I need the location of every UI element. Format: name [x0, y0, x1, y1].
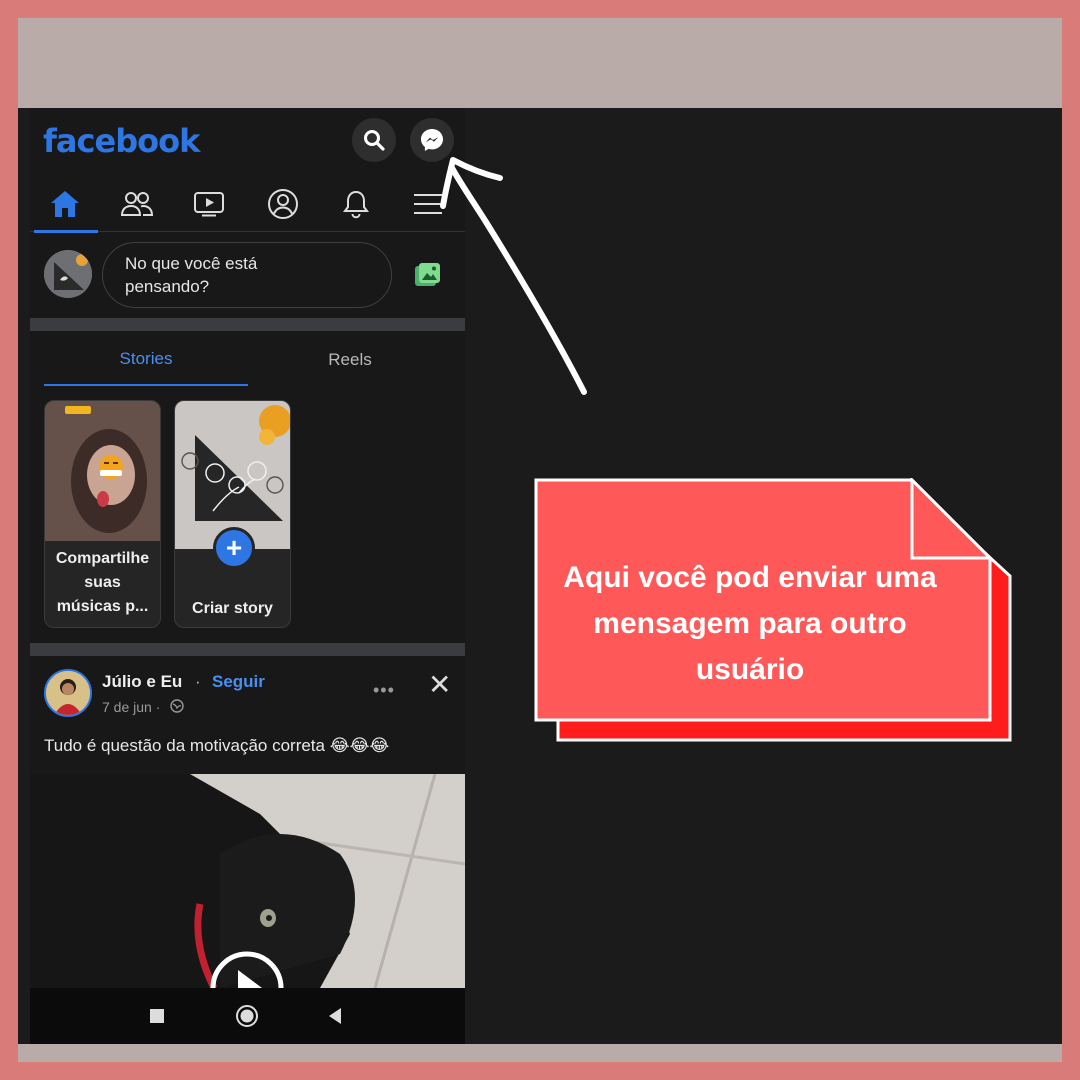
annotation-line2: mensagem para outro — [593, 607, 907, 640]
nav-notifications[interactable] — [323, 176, 389, 232]
search-button[interactable] — [352, 118, 396, 162]
stories-reels-tabs: Stories Reels — [30, 334, 465, 386]
avatar-art — [44, 250, 92, 298]
annotation-line1: Aqui você pod enviar uma — [563, 561, 937, 594]
story-card-create[interactable]: + Criar story — [174, 400, 291, 628]
annotation-line3: usuário — [695, 653, 805, 686]
facebook-logo: facebook — [43, 122, 200, 160]
photo-icon — [415, 263, 440, 286]
android-navigation-bar — [30, 988, 465, 1044]
messenger-icon — [421, 129, 443, 151]
facebook-app-screen: facebook No que você está pensando? Stor… — [30, 108, 465, 1044]
create-story-label: Criar story — [192, 600, 273, 617]
cat-video-frame — [30, 774, 465, 988]
post-date: 7 de jun · — [102, 699, 161, 715]
profile-icon — [268, 189, 298, 219]
nav-friends[interactable] — [104, 176, 170, 232]
menu-icon — [414, 194, 442, 214]
section-divider — [30, 643, 465, 656]
globe-icon — [170, 699, 184, 713]
user-avatar[interactable] — [44, 250, 92, 298]
post-composer: No que você está pensando? — [30, 232, 465, 318]
section-divider — [30, 318, 465, 331]
story-caption-1: Compartilhe suas músicas p... — [45, 547, 160, 619]
watch-icon — [194, 192, 224, 217]
home-icon — [51, 191, 79, 217]
post-author-name[interactable]: Júlio e Eu — [102, 672, 182, 692]
post-separator: · — [195, 672, 201, 691]
annotation-text: Aqui você pod enviar uma mensagem para o… — [540, 555, 960, 693]
photo-button[interactable] — [414, 262, 442, 293]
avatar-art — [46, 671, 90, 715]
search-icon — [364, 130, 385, 151]
recents-icon[interactable] — [149, 1006, 165, 1026]
story-caption-line2: suas — [84, 574, 121, 591]
back-icon[interactable] — [326, 1006, 344, 1026]
more-options-icon[interactable]: ••• — [373, 680, 395, 701]
story-caption-line1: Compartilhe — [55, 550, 150, 567]
tab-stories[interactable]: Stories — [44, 334, 248, 386]
status-prompt-line1: No que você está — [125, 254, 258, 273]
tab-reels[interactable]: Reels — [248, 334, 452, 386]
post-author-avatar[interactable] — [44, 669, 92, 717]
story-caption-line3: músicas p... — [56, 598, 149, 615]
create-story-plus-button[interactable]: + — [213, 527, 255, 569]
close-icon[interactable]: ✕ — [428, 668, 451, 701]
story-thumbnail — [45, 401, 160, 541]
bell-icon — [343, 190, 369, 219]
nav-watch[interactable] — [176, 176, 242, 232]
post-text: Tudo é questão da motivação correta 😂😂😂 — [44, 736, 390, 755]
home-circle-icon[interactable] — [235, 1004, 259, 1028]
main-nav-bar — [30, 176, 465, 233]
story-card-music[interactable]: Compartilhe suas músicas p... — [44, 400, 161, 628]
bottom-frame-band — [18, 1044, 1062, 1062]
nav-menu[interactable] — [395, 176, 461, 232]
nav-home[interactable] — [32, 176, 98, 233]
follow-button[interactable]: Seguir — [212, 672, 265, 692]
post-video[interactable] — [30, 774, 465, 988]
post-header: Júlio e Eu · Seguir 7 de jun · ••• ✕ — [30, 656, 465, 726]
status-prompt-line2: pensando? — [125, 277, 210, 296]
friends-icon — [120, 192, 154, 216]
status-input[interactable]: No que você está pensando? — [102, 242, 392, 308]
nav-profile[interactable] — [250, 176, 316, 232]
messenger-button[interactable] — [410, 118, 454, 162]
top-frame-band — [18, 18, 1062, 108]
